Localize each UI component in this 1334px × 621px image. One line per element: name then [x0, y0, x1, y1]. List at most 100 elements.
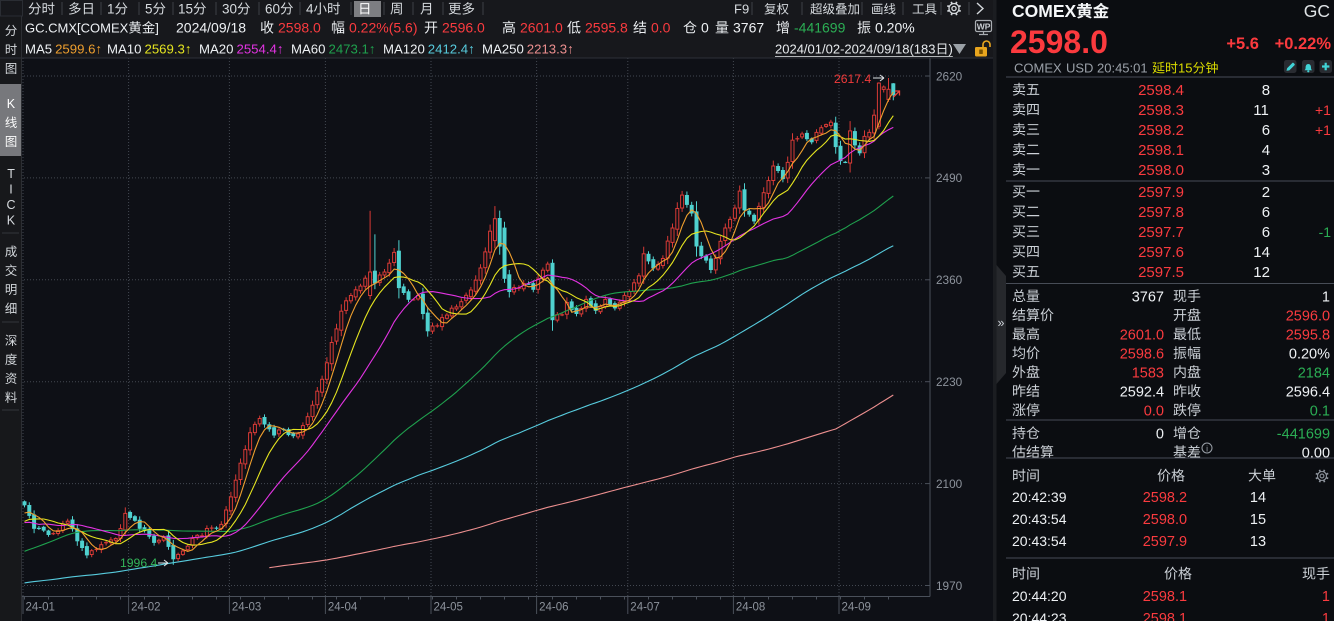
- svg-text:MA5: MA5: [25, 42, 52, 57]
- svg-text:1: 1: [1322, 290, 1330, 306]
- svg-text:2597.9: 2597.9: [1138, 184, 1184, 201]
- svg-text:24-02: 24-02: [131, 602, 160, 614]
- svg-text:15: 15: [1178, 61, 1192, 76]
- svg-text:USD: USD: [1066, 61, 1093, 76]
- svg-text:2598.1: 2598.1: [1143, 611, 1187, 621]
- svg-text:2100: 2100: [936, 477, 963, 491]
- svg-text:4: 4: [306, 2, 314, 17]
- svg-text:+1: +1: [1315, 102, 1331, 118]
- svg-text:+5.6: +5.6: [1226, 35, 1259, 53]
- svg-text:13: 13: [1250, 534, 1266, 550]
- svg-text:30: 30: [222, 2, 237, 17]
- svg-text:WP: WP: [977, 22, 991, 32]
- svg-text:12: 12: [1253, 264, 1270, 281]
- svg-text:GC: GC: [1304, 1, 1330, 21]
- svg-text:2601.0: 2601.0: [520, 20, 563, 36]
- svg-text:1: 1: [1322, 611, 1330, 621]
- svg-text:2230: 2230: [936, 375, 963, 389]
- svg-text:6: 6: [1262, 122, 1270, 139]
- svg-text:1970: 1970: [936, 579, 963, 593]
- svg-text:MA60: MA60: [291, 42, 325, 57]
- svg-text:]: ]: [155, 21, 159, 36]
- svg-text:2598.1: 2598.1: [1143, 589, 1187, 605]
- svg-text:2620: 2620: [936, 69, 963, 83]
- svg-text:2569.3↑: 2569.3↑: [145, 42, 192, 57]
- svg-text:): ): [949, 42, 953, 57]
- svg-text:2598.3: 2598.3: [1138, 102, 1184, 119]
- svg-text:6: 6: [1262, 224, 1270, 241]
- svg-text:T: T: [7, 167, 15, 181]
- svg-text:2597.5: 2597.5: [1138, 264, 1184, 281]
- svg-text:2595.8: 2595.8: [1286, 328, 1330, 344]
- svg-text:+1: +1: [1315, 122, 1331, 138]
- svg-text:20:43:54: 20:43:54: [1012, 533, 1067, 549]
- svg-text:24-01: 24-01: [26, 602, 55, 614]
- svg-text:2596.0: 2596.0: [442, 20, 485, 36]
- svg-text:0.20%: 0.20%: [875, 20, 915, 36]
- svg-text:0.20%: 0.20%: [1289, 347, 1330, 363]
- svg-text:14: 14: [1253, 244, 1270, 261]
- svg-text:0.0: 0.0: [651, 20, 671, 36]
- svg-text:2598.1: 2598.1: [1138, 142, 1184, 159]
- svg-text:2598.6: 2598.6: [1120, 347, 1164, 363]
- svg-text:F9: F9: [734, 2, 749, 17]
- svg-text:2024/01/02-2024/09/18(183: 2024/01/02-2024/09/18(183: [775, 42, 935, 57]
- svg-text:0.00: 0.00: [1302, 446, 1330, 462]
- svg-text:K: K: [7, 97, 16, 111]
- svg-text:2598.0: 2598.0: [1010, 24, 1108, 60]
- svg-text:COMEX: COMEX: [1012, 1, 1077, 21]
- svg-text:MA120: MA120: [383, 42, 425, 57]
- svg-text:24-09: 24-09: [842, 602, 871, 614]
- svg-text:MA10: MA10: [107, 42, 141, 57]
- svg-text:2597.7: 2597.7: [1138, 224, 1184, 241]
- svg-text:4: 4: [1262, 142, 1270, 159]
- svg-text:2213.3↑: 2213.3↑: [527, 42, 574, 57]
- svg-text:5: 5: [145, 2, 153, 17]
- svg-text:2490: 2490: [936, 171, 963, 185]
- svg-text:24-03: 24-03: [232, 602, 261, 614]
- svg-text:2599.6↑: 2599.6↑: [55, 42, 102, 57]
- svg-text:2595.8: 2595.8: [585, 20, 628, 36]
- svg-text:2598.0: 2598.0: [1138, 162, 1184, 179]
- svg-text:GC.CMX[COMEX: GC.CMX[COMEX: [25, 21, 129, 36]
- svg-text:2598.2: 2598.2: [1143, 490, 1187, 506]
- svg-text:2597.8: 2597.8: [1138, 204, 1184, 221]
- svg-text:15: 15: [1250, 512, 1266, 528]
- svg-text:3767: 3767: [733, 20, 764, 36]
- svg-text:15: 15: [178, 2, 193, 17]
- svg-text:+0.22%: +0.22%: [1275, 35, 1332, 53]
- svg-text:8: 8: [1262, 82, 1270, 99]
- svg-text:1996.4: 1996.4: [120, 556, 157, 570]
- svg-text:2598.0: 2598.0: [278, 20, 321, 36]
- svg-text:24-06: 24-06: [539, 602, 568, 614]
- svg-text:24-05: 24-05: [434, 602, 463, 614]
- svg-text:20:42:39: 20:42:39: [1012, 489, 1067, 505]
- svg-text:1: 1: [107, 2, 115, 17]
- svg-text:2598.0: 2598.0: [1143, 512, 1187, 528]
- svg-text:-441699: -441699: [1277, 427, 1330, 443]
- svg-text:i: i: [1206, 444, 1208, 454]
- svg-text:K: K: [7, 214, 16, 228]
- svg-text:COMEX: COMEX: [1014, 61, 1062, 76]
- svg-text:20:44:20: 20:44:20: [1012, 588, 1067, 604]
- svg-text:11: 11: [1253, 102, 1269, 119]
- svg-text:C: C: [7, 198, 16, 212]
- svg-text:2554.4↑: 2554.4↑: [237, 42, 284, 57]
- svg-text:2412.4↑: 2412.4↑: [428, 42, 475, 57]
- svg-text:0.1: 0.1: [1310, 404, 1330, 420]
- svg-text:2617.4: 2617.4: [834, 72, 871, 86]
- svg-text:2596.0: 2596.0: [1286, 309, 1330, 325]
- svg-text:14: 14: [1250, 490, 1266, 506]
- svg-text:2597.9: 2597.9: [1143, 534, 1187, 550]
- svg-text:2: 2: [1262, 184, 1270, 201]
- svg-text:2024/09/18: 2024/09/18: [176, 20, 246, 36]
- svg-text:2601.0: 2601.0: [1120, 328, 1164, 344]
- svg-text:MA20: MA20: [199, 42, 233, 57]
- svg-text:1583: 1583: [1132, 366, 1164, 382]
- svg-text:20:45:01: 20:45:01: [1097, 61, 1148, 76]
- svg-text:2184: 2184: [1298, 366, 1330, 382]
- svg-text:2598.4: 2598.4: [1138, 82, 1184, 99]
- svg-text:1: 1: [1322, 589, 1330, 605]
- svg-text:2597.6: 2597.6: [1138, 244, 1184, 261]
- svg-text:0: 0: [1156, 427, 1164, 443]
